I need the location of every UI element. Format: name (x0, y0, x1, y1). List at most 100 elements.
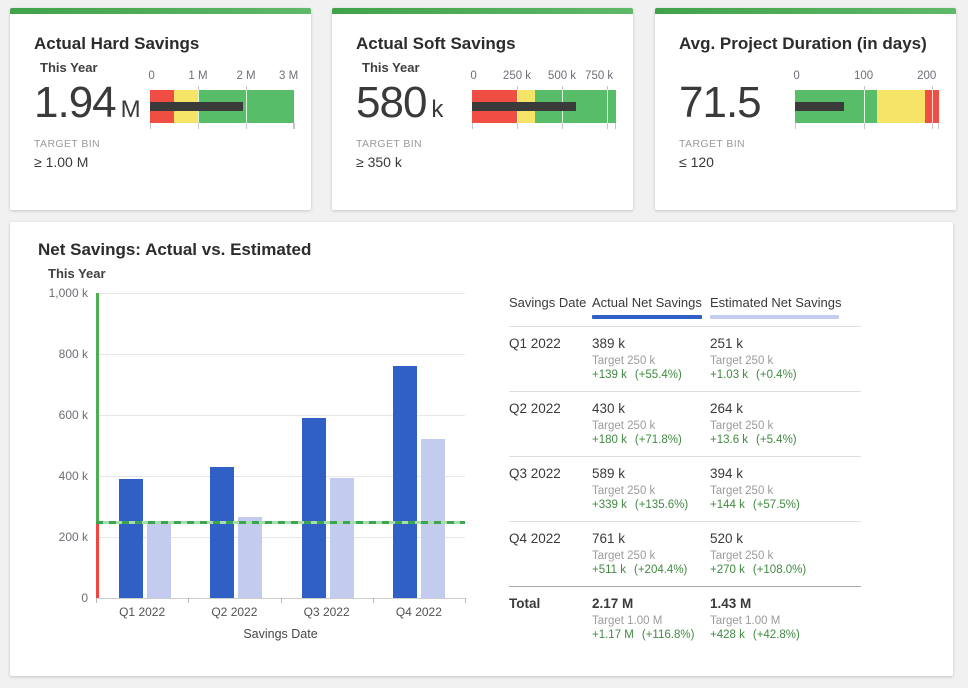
table-row[interactable]: Q4 2022 761 k Target 250 k +511 k(+204.4… (509, 521, 861, 586)
row-date: Q1 2022 (509, 336, 592, 382)
net-savings-table: Savings Date Actual Net Savings Estimate… (509, 295, 861, 651)
actual-delta: +139 k(+55.4%) (592, 369, 710, 382)
bar-actual[interactable] (393, 366, 417, 598)
bar-actual[interactable] (302, 418, 326, 598)
actual-total-cell: 2.17 M Target 1.00 M +1.17 M(+116.8%) (592, 596, 710, 642)
delta-pct: (+116.8%) (642, 629, 695, 641)
bullet-tick-mark (562, 123, 563, 129)
estimated-total-target: Target 1.00 M (710, 615, 861, 628)
bullet-tick-mark (932, 86, 933, 90)
net-savings-bar-chart: Savings Date 1,000 k800 k600 k400 k200 k… (96, 293, 465, 598)
delta-abs: +339 k (592, 499, 627, 511)
x-axis-tick-mark (96, 598, 97, 603)
kpi-card-project-duration: Avg. Project Duration (in days) 71.5 010… (655, 8, 956, 210)
estimated-delta: +270 k(+108.0%) (710, 564, 861, 577)
table-header-row: Savings Date Actual Net Savings Estimate… (509, 295, 861, 319)
target-bin-label: TARGET BIN (679, 138, 745, 150)
bullet-tick-mark (246, 90, 247, 123)
bullet-tick-label: 1 M (188, 70, 207, 82)
estimated-total-value: 1.43 M (710, 596, 861, 612)
delta-abs: +270 k (710, 564, 745, 576)
target-bin-value: ≥ 350 k (356, 154, 402, 170)
actual-value: 389 k (592, 336, 710, 352)
kpi-card-soft-savings: Actual Soft Savings This Year 580k 0250 … (332, 8, 633, 210)
delta-abs: +13.6 k (710, 434, 748, 446)
delta-abs: +511 k (592, 564, 626, 576)
estimated-total-cell: 1.43 M Target 1.00 M +428 k(+42.8%) (710, 596, 861, 642)
bullet-tick-mark (932, 123, 933, 129)
kpi-value-number: 1.94 (34, 78, 116, 127)
kpi-subtitle: This Year (40, 60, 98, 75)
kpi-subtitle: This Year (362, 60, 420, 75)
estimated-series-color-swatch (710, 315, 839, 319)
x-axis-tick-mark (373, 598, 374, 603)
panel-title: Net Savings: Actual vs. Estimated (38, 240, 311, 260)
bullet-tick-label: 750 k (585, 70, 613, 82)
delta-pct: (+71.8%) (635, 434, 682, 446)
bullet-tick-mark (293, 123, 294, 129)
column-header-savings-date[interactable]: Savings Date (509, 295, 592, 319)
actual-value: 589 k (592, 466, 710, 482)
card-accent-bar (332, 8, 633, 14)
estimated-value: 251 k (710, 336, 861, 352)
bar-actual[interactable] (210, 467, 234, 598)
kpi-value-number: 580 (356, 78, 426, 127)
bar-group (374, 293, 466, 598)
x-axis-tick-label: Q4 2022 (396, 605, 442, 619)
bullet-tick-label: 0 (148, 70, 154, 82)
estimated-target: Target 250 k (710, 420, 861, 433)
bullet-chart: 01 M2 M3 M (150, 70, 294, 130)
card-accent-bar (10, 8, 311, 14)
bullet-tick-mark (294, 123, 295, 129)
target-bin-value: ≥ 1.00 M (34, 154, 88, 170)
bar-estimated[interactable] (147, 521, 171, 598)
bullet-tick-mark (150, 123, 151, 129)
estimated-delta: +13.6 k(+5.4%) (710, 434, 861, 447)
actual-total-target: Target 1.00 M (592, 615, 710, 628)
actual-cell: 761 k Target 250 k +511 k(+204.4%) (592, 531, 710, 577)
bullet-tick-mark (795, 123, 796, 129)
bar-estimated[interactable] (238, 517, 262, 598)
actual-total-value: 2.17 M (592, 596, 710, 612)
kpi-card-hard-savings: Actual Hard Savings This Year 1.94M 01 M… (10, 8, 311, 210)
actual-cell: 430 k Target 250 k +180 k(+71.8%) (592, 401, 710, 447)
bullet-bar (472, 90, 616, 123)
target-line (96, 521, 465, 524)
table-row[interactable]: Q2 2022 430 k Target 250 k +180 k(+71.8%… (509, 391, 861, 456)
bullet-measure-bar (150, 102, 243, 111)
bullet-chart: 0100200 (795, 70, 939, 130)
bullet-chart: 0250 k500 k750 k (472, 70, 616, 130)
target-bin-label: TARGET BIN (356, 138, 422, 150)
bar-actual[interactable] (119, 479, 143, 598)
column-header-estimated[interactable]: Estimated Net Savings (710, 295, 861, 319)
kpi-value-unit: k (431, 96, 443, 123)
row-date: Q4 2022 (509, 531, 592, 577)
estimated-target: Target 250 k (710, 355, 861, 368)
actual-target: Target 250 k (592, 485, 710, 498)
bullet-tick-label: 250 k (503, 70, 531, 82)
table-row[interactable]: Q1 2022 389 k Target 250 k +139 k(+55.4%… (509, 326, 861, 391)
bullet-measure-bar (795, 102, 844, 111)
bullet-tick-label: 3 M (279, 70, 298, 82)
bar-estimated[interactable] (421, 439, 445, 598)
table-row[interactable]: Q3 2022 589 k Target 250 k +339 k(+135.6… (509, 456, 861, 521)
y-axis-tick-label: 200 k (26, 530, 88, 544)
column-header-actual[interactable]: Actual Net Savings (592, 295, 710, 319)
y-axis-tick-label: 0 (26, 591, 88, 605)
bar-estimated[interactable] (330, 478, 354, 598)
estimated-value: 264 k (710, 401, 861, 417)
bullet-tick-mark (198, 123, 199, 129)
y-axis-tick-label: 1,000 k (26, 286, 88, 300)
kpi-title: Avg. Project Duration (in days) (679, 34, 927, 54)
delta-pct: (+0.4%) (756, 369, 797, 381)
estimated-cell: 520 k Target 250 k +270 k(+108.0%) (710, 531, 861, 577)
estimated-value: 394 k (710, 466, 861, 482)
bar-group (191, 293, 283, 598)
bullet-tick-mark (607, 86, 608, 90)
delta-pct: (+57.5%) (753, 499, 800, 511)
column-header-estimated-label: Estimated Net Savings (710, 295, 842, 310)
target-bin-value: ≤ 120 (679, 154, 714, 170)
bullet-bar (150, 90, 294, 123)
estimated-delta: +144 k(+57.5%) (710, 499, 861, 512)
bullet-tick-mark (246, 86, 247, 90)
